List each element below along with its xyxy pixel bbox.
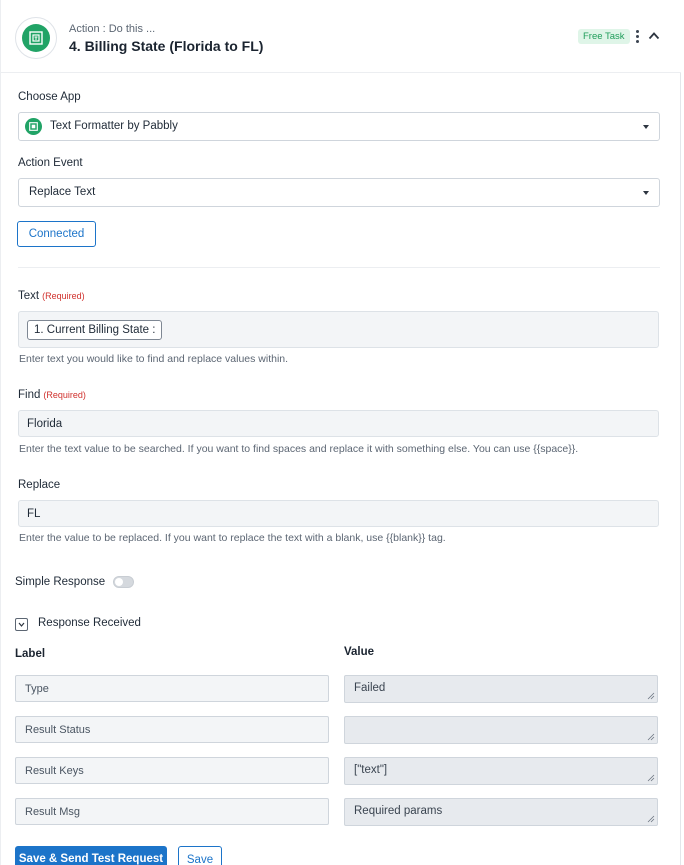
divider [18, 267, 660, 268]
text-label-text: Text [18, 290, 40, 302]
response-label-field[interactable]: Result Msg [15, 798, 329, 825]
response-value-field[interactable] [344, 716, 658, 744]
replace-field-help: Enter the value to be replaced. If you w… [19, 532, 446, 544]
action-event-select[interactable]: Replace Text [18, 178, 660, 207]
resize-handle-icon[interactable] [647, 815, 655, 823]
connected-button[interactable]: Connected [17, 221, 96, 247]
resize-handle-icon[interactable] [647, 733, 655, 741]
replace-field-label: Replace [18, 479, 61, 491]
response-label-text: Result Status [25, 724, 91, 736]
replace-field-value: FL [27, 508, 41, 520]
action-event-value: Replace Text [29, 186, 96, 198]
value-column-header: Value [344, 646, 375, 658]
resize-handle-icon[interactable] [647, 692, 655, 700]
response-label-field[interactable]: Result Keys [15, 757, 329, 784]
text-formatter-icon [22, 24, 50, 52]
text-formatter-icon [25, 118, 42, 135]
caret-down-icon [643, 191, 649, 195]
toggle-knob [115, 578, 123, 586]
response-label-text: Type [25, 683, 49, 695]
app-badge [15, 17, 57, 59]
save-send-test-button[interactable]: Save & Send Test Request [15, 846, 167, 865]
chevron-up-icon[interactable] [648, 30, 662, 42]
required-marker: (Required) [42, 291, 85, 301]
response-label-text: Result Msg [25, 806, 81, 818]
choose-app-select[interactable]: Text Formatter by Pabbly [18, 112, 660, 141]
save-button[interactable]: Save [178, 846, 222, 865]
choose-app-label: Choose App [18, 91, 81, 103]
response-label-text: Result Keys [25, 765, 84, 777]
action-event-label: Action Event [18, 157, 83, 169]
text-field-input[interactable]: 1. Current Billing State : [18, 311, 659, 348]
response-value-text: Required params [354, 805, 443, 817]
response-received-toggle[interactable] [15, 618, 28, 631]
find-label-text: Find [18, 389, 41, 401]
caret-down-icon [643, 125, 649, 129]
response-value-field[interactable]: Required params [344, 798, 658, 826]
simple-response-toggle[interactable] [113, 576, 134, 588]
chevron-down-icon [18, 622, 25, 627]
required-marker: (Required) [43, 390, 86, 400]
label-column-header: Label [15, 648, 46, 660]
find-field-input[interactable]: Florida [18, 410, 659, 437]
response-value-text: Failed [354, 682, 386, 694]
response-value-text: ["text"] [354, 764, 388, 776]
choose-app-value: Text Formatter by Pabbly [50, 120, 178, 132]
response-label-field[interactable]: Result Status [15, 716, 329, 743]
find-field-help: Enter the text value to be searched. If … [19, 443, 579, 455]
response-label-field[interactable]: Type [15, 675, 329, 702]
replace-field-input[interactable]: FL [18, 500, 659, 527]
find-field-value: Florida [27, 418, 63, 430]
step-title: 4. Billing State (Florida to FL) [69, 38, 264, 54]
free-task-badge: Free Task [578, 29, 630, 44]
step-header[interactable]: Action : Do this ... 4. Billing State (F… [1, 0, 681, 73]
resize-handle-icon[interactable] [647, 774, 655, 782]
text-field-help: Enter text you would like to find and re… [19, 353, 289, 365]
step-subtitle: Action : Do this ... [69, 23, 156, 35]
action-step-card: Action : Do this ... 4. Billing State (F… [0, 0, 681, 865]
mapped-field-chip[interactable]: 1. Current Billing State : [27, 320, 163, 340]
response-received-label: Response Received [38, 617, 141, 629]
find-field-label: Find (Required) [18, 389, 86, 401]
simple-response-label: Simple Response [15, 576, 106, 588]
more-options-icon[interactable] [632, 29, 642, 45]
response-value-field[interactable]: ["text"] [344, 757, 658, 785]
text-field-label: Text (Required) [18, 290, 85, 302]
response-value-field[interactable]: Failed [344, 675, 658, 703]
